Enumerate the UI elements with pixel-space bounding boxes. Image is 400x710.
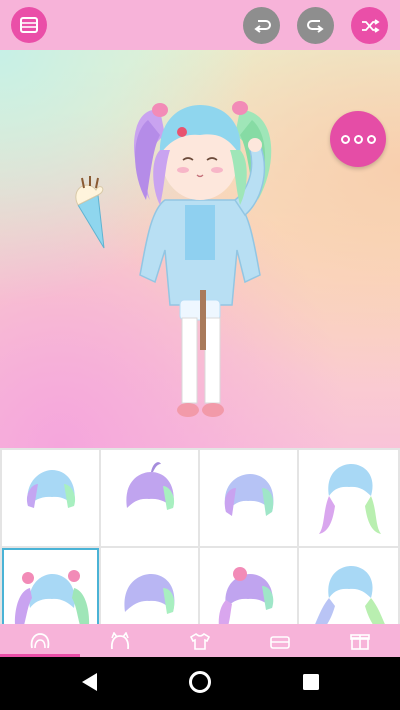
- shuffle-button[interactable]: [351, 7, 388, 44]
- character-stage: [0, 50, 400, 448]
- system-navigation-bar: [0, 657, 400, 710]
- home-circle-icon: [189, 671, 211, 693]
- hair-option-tile[interactable]: [101, 450, 198, 546]
- hair-bob-wavy-icon: [224, 474, 274, 516]
- shuffle-icon: [361, 18, 380, 33]
- top-toolbar: [0, 0, 400, 50]
- tab-tops[interactable]: [160, 624, 240, 657]
- hair-options-grid: [0, 448, 400, 644]
- hair-option-tile[interactable]: [2, 450, 99, 546]
- tab-shoes[interactable]: [240, 624, 320, 657]
- tab-gifts[interactable]: [320, 624, 400, 657]
- hair-option-tile[interactable]: [299, 450, 398, 546]
- hair-bob-spiky-icon: [126, 462, 175, 510]
- back-button[interactable]: [80, 671, 100, 697]
- undo-icon: [253, 19, 271, 33]
- recents-button[interactable]: [302, 673, 320, 695]
- menu-button[interactable]: [11, 7, 47, 43]
- hair-bob-short-icon: [26, 470, 76, 508]
- hair-long-braids-icon: [319, 464, 381, 534]
- ice-cream-cone: [75, 176, 105, 249]
- redo-icon: [306, 19, 324, 33]
- gift-box-icon: [350, 633, 370, 650]
- tab-hair[interactable]: [0, 624, 80, 657]
- list-icon: [20, 17, 38, 33]
- home-button[interactable]: [188, 670, 212, 698]
- recents-square-icon: [303, 674, 319, 690]
- more-options-button[interactable]: [330, 111, 386, 167]
- back-triangle-icon: [82, 673, 97, 691]
- character-figure: [75, 101, 272, 417]
- hair-option-tile[interactable]: [200, 450, 297, 546]
- tab-head-accessory[interactable]: [80, 624, 160, 657]
- shirt-icon: [189, 632, 211, 650]
- head-accessory-icon: [110, 631, 130, 649]
- redo-button[interactable]: [297, 7, 334, 44]
- hair-icon: [30, 632, 50, 648]
- more-dots-icon: [340, 134, 350, 144]
- category-tab-bar: [0, 624, 400, 657]
- shoes-icon: [270, 635, 290, 649]
- undo-button[interactable]: [243, 7, 280, 44]
